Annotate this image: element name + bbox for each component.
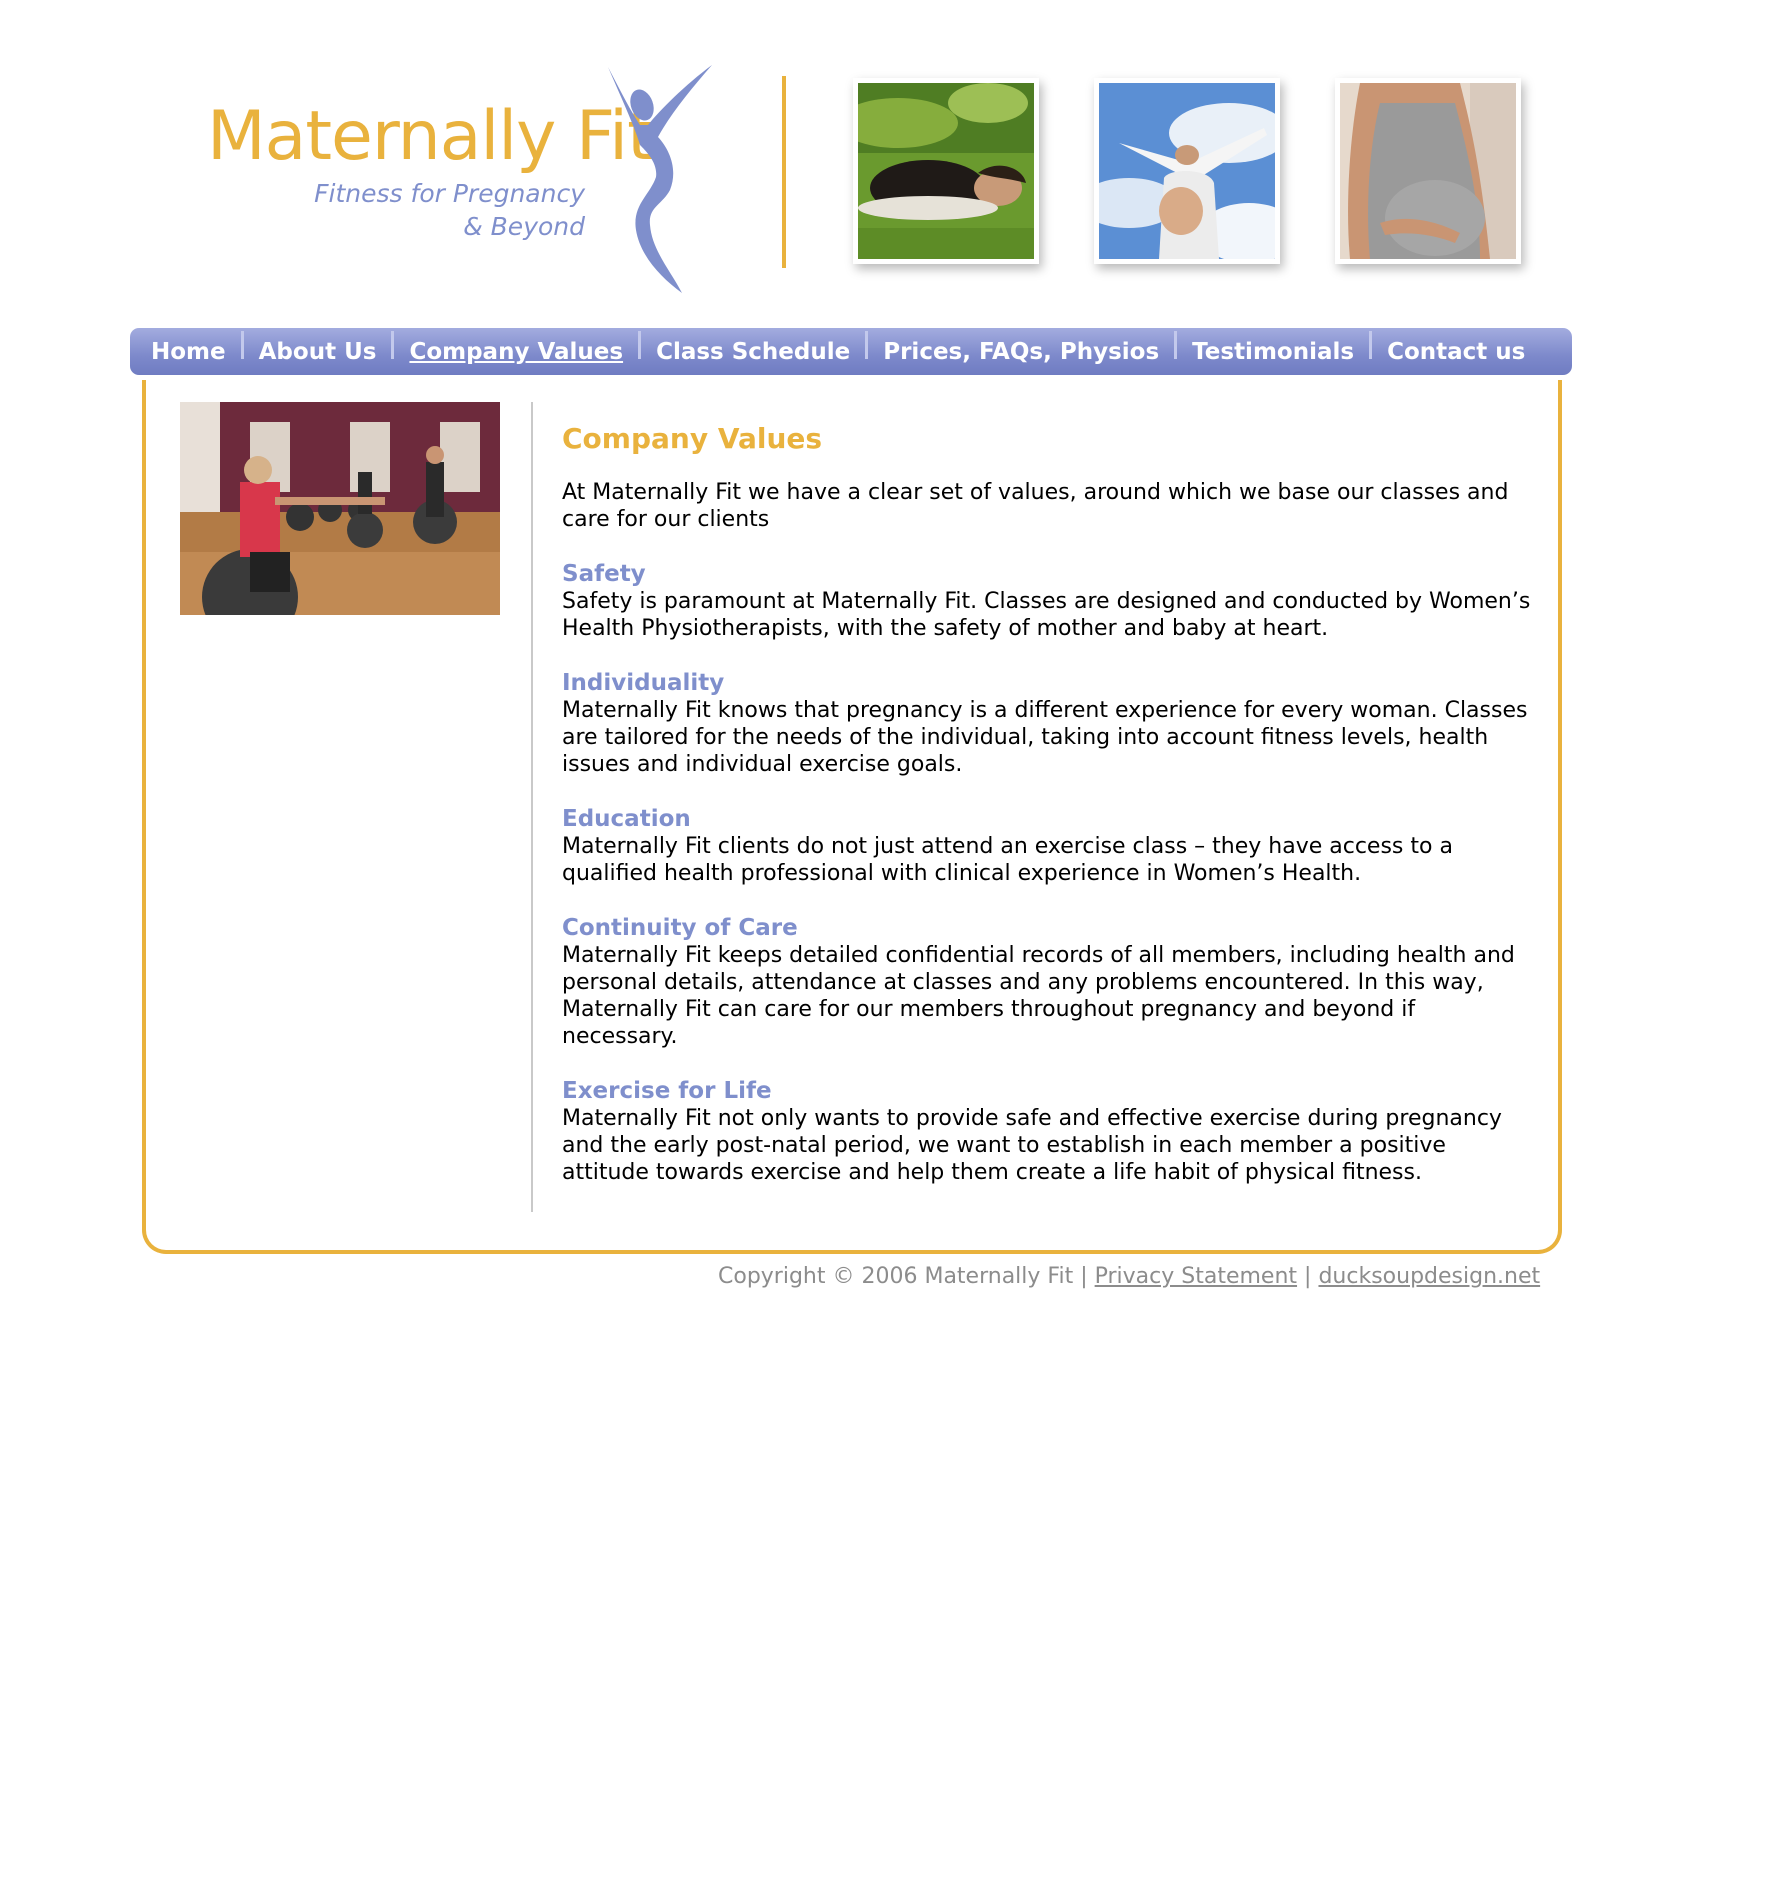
nav-item-testimonials[interactable]: Testimonials	[1180, 339, 1366, 365]
value-section-individuality: Individuality Maternally Fit knows that …	[562, 670, 1532, 778]
nav-separator	[1369, 330, 1373, 359]
page-title: Company Values	[562, 422, 823, 455]
site-header: Maternally Fit Fitness for Pregnancy & B…	[0, 0, 1770, 320]
dancing-figure-icon	[608, 65, 712, 293]
header-photo-2	[1094, 78, 1280, 264]
section-heading: Exercise for Life	[562, 1078, 772, 1104]
nav-item-home[interactable]: Home	[139, 339, 238, 365]
value-section-continuity-of-care: Continuity of Care Maternally Fit keeps …	[562, 915, 1532, 1050]
exercise-ball-class-photo-icon	[180, 402, 500, 645]
nav-separator	[240, 330, 244, 359]
copyright-text: Copyright © 2006 Maternally Fit	[718, 1264, 1074, 1289]
value-section-education: Education Maternally Fit clients do not …	[562, 806, 1532, 887]
nav-separator	[638, 330, 642, 359]
header-photo-3	[1335, 78, 1521, 264]
value-section-safety: Safety Safety is paramount at Maternally…	[562, 561, 1532, 642]
section-text: Maternally Fit not only wants to provide…	[562, 1106, 1502, 1185]
designer-credit-link[interactable]: ducksoupdesign.net	[1318, 1264, 1540, 1289]
pregnant-woman-holding-belly-photo-icon	[1340, 83, 1516, 259]
main-content: Company Values At Maternally Fit we have…	[562, 422, 1532, 1214]
pregnant-woman-lying-on-grass-photo-icon	[858, 83, 1034, 259]
side-photo	[180, 402, 500, 645]
intro-text: At Maternally Fit we have a clear set of…	[562, 480, 1509, 532]
section-heading: Continuity of Care	[562, 915, 798, 941]
section-heading: Education	[562, 806, 691, 832]
nav-item-about-us[interactable]: About Us	[247, 339, 389, 365]
nav-separator	[865, 330, 869, 359]
logo-tagline-line2: & Beyond	[463, 212, 585, 241]
nav-separator	[1174, 330, 1178, 359]
section-heading: Individuality	[562, 670, 725, 696]
site-footer: Copyright © 2006 Maternally Fit | Privac…	[718, 1264, 1540, 1289]
nav-item-contact-us[interactable]: Contact us	[1375, 339, 1537, 365]
section-text: Maternally Fit keeps detailed confidenti…	[562, 943, 1515, 1049]
nav-separator	[391, 330, 395, 359]
section-text: Maternally Fit clients do not just atten…	[562, 834, 1453, 886]
pregnant-woman-arms-outstretched-sky-photo-icon	[1099, 83, 1275, 259]
nav-item-company-values[interactable]: Company Values	[397, 339, 635, 365]
section-text: Maternally Fit knows that pregnancy is a…	[562, 698, 1528, 777]
value-section-exercise-for-life: Exercise for Life Maternally Fit not onl…	[562, 1078, 1532, 1186]
main-nav: Home About Us Company Values Class Sched…	[130, 328, 1572, 375]
logo-wordmark: Maternally Fit	[207, 97, 654, 176]
footer-separator: |	[1304, 1264, 1312, 1289]
privacy-statement-link[interactable]: Privacy Statement	[1095, 1264, 1297, 1289]
section-heading: Safety	[562, 561, 646, 587]
nav-item-class-schedule[interactable]: Class Schedule	[644, 339, 862, 365]
logo-tagline-line1: Fitness for Pregnancy	[314, 179, 585, 208]
header-divider	[782, 76, 786, 268]
nav-item-prices-faqs-physios[interactable]: Prices, FAQs, Physios	[871, 339, 1171, 365]
site-logo[interactable]: Maternally Fit Fitness for Pregnancy & B…	[195, 55, 735, 300]
content-divider	[531, 402, 533, 1212]
footer-separator: |	[1080, 1264, 1088, 1289]
section-text: Safety is paramount at Maternally Fit. C…	[562, 589, 1531, 641]
header-photo-1	[853, 78, 1039, 264]
